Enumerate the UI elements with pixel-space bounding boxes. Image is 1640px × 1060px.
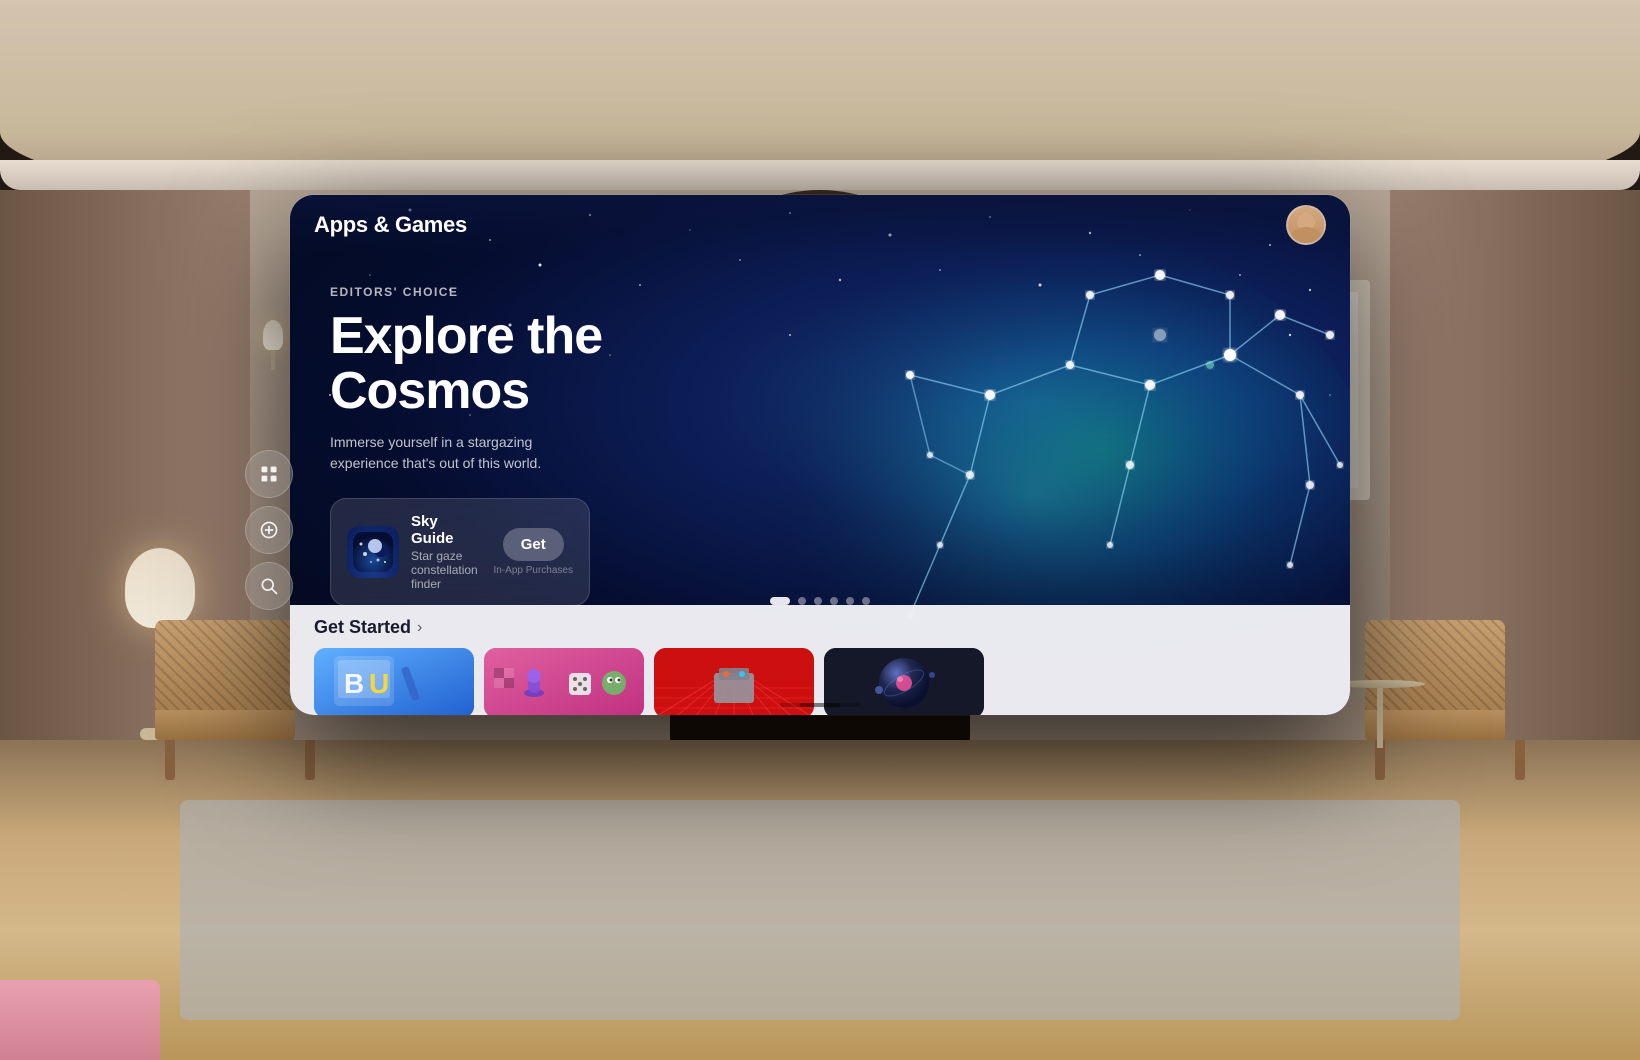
wall-sconce bbox=[263, 320, 283, 370]
crown-molding bbox=[0, 160, 1640, 190]
mini-card-2[interactable] bbox=[484, 648, 644, 715]
window-title: Apps & Games bbox=[314, 212, 467, 238]
svg-text:B: B bbox=[344, 668, 364, 699]
sidebar-navigation bbox=[245, 450, 293, 610]
app-window[interactable]: Apps & Games EDITORS' CHOICE Explore the… bbox=[290, 195, 1350, 715]
floor-rug bbox=[180, 800, 1460, 1020]
chevron-right-icon: › bbox=[417, 619, 422, 637]
in-app-purchases-label: In-App Purchases bbox=[494, 565, 574, 576]
bottom-section: Get Started › B bbox=[290, 605, 1350, 715]
sidebar-item-search[interactable] bbox=[245, 562, 293, 610]
app-info: Sky Guide Star gaze constellation finder bbox=[411, 513, 482, 591]
dot-4[interactable] bbox=[830, 597, 838, 605]
page-dots bbox=[770, 597, 870, 605]
scroll-thumb bbox=[800, 703, 840, 707]
sidebar-item-arcade[interactable] bbox=[245, 506, 293, 554]
editors-choice-badge: EDITORS' CHOICE bbox=[330, 285, 1310, 299]
dot-5[interactable] bbox=[846, 597, 854, 605]
svg-text:U: U bbox=[369, 668, 389, 699]
get-started-header: Get Started › bbox=[314, 617, 1326, 638]
dot-2[interactable] bbox=[798, 597, 806, 605]
get-started-title: Get Started bbox=[314, 617, 411, 638]
app-icon bbox=[347, 526, 399, 578]
user-avatar[interactable] bbox=[1286, 205, 1326, 245]
get-button[interactable]: Get bbox=[503, 528, 564, 561]
app-card[interactable]: Sky Guide Star gaze constellation finder… bbox=[330, 498, 590, 606]
bed-corner bbox=[0, 980, 160, 1060]
dot-1[interactable] bbox=[770, 597, 790, 605]
hero-description: Immerse yourself in a stargazing experie… bbox=[330, 432, 550, 474]
hero-title-line1: Explore the bbox=[330, 307, 602, 365]
app-subtitle: Star gaze constellation finder bbox=[411, 549, 482, 591]
dot-6[interactable] bbox=[862, 597, 870, 605]
dot-3[interactable] bbox=[814, 597, 822, 605]
avatar-face bbox=[1288, 207, 1324, 243]
app-name: Sky Guide bbox=[411, 513, 482, 547]
sidebar-item-apps[interactable] bbox=[245, 450, 293, 498]
hero-title-line2: Cosmos bbox=[330, 362, 529, 420]
scroll-indicator bbox=[780, 703, 860, 707]
app-icon-inner bbox=[347, 526, 399, 578]
hero-title: Explore the Cosmos bbox=[330, 309, 1310, 418]
window-header: Apps & Games bbox=[290, 195, 1350, 255]
mini-card-1[interactable]: B U bbox=[314, 648, 474, 715]
